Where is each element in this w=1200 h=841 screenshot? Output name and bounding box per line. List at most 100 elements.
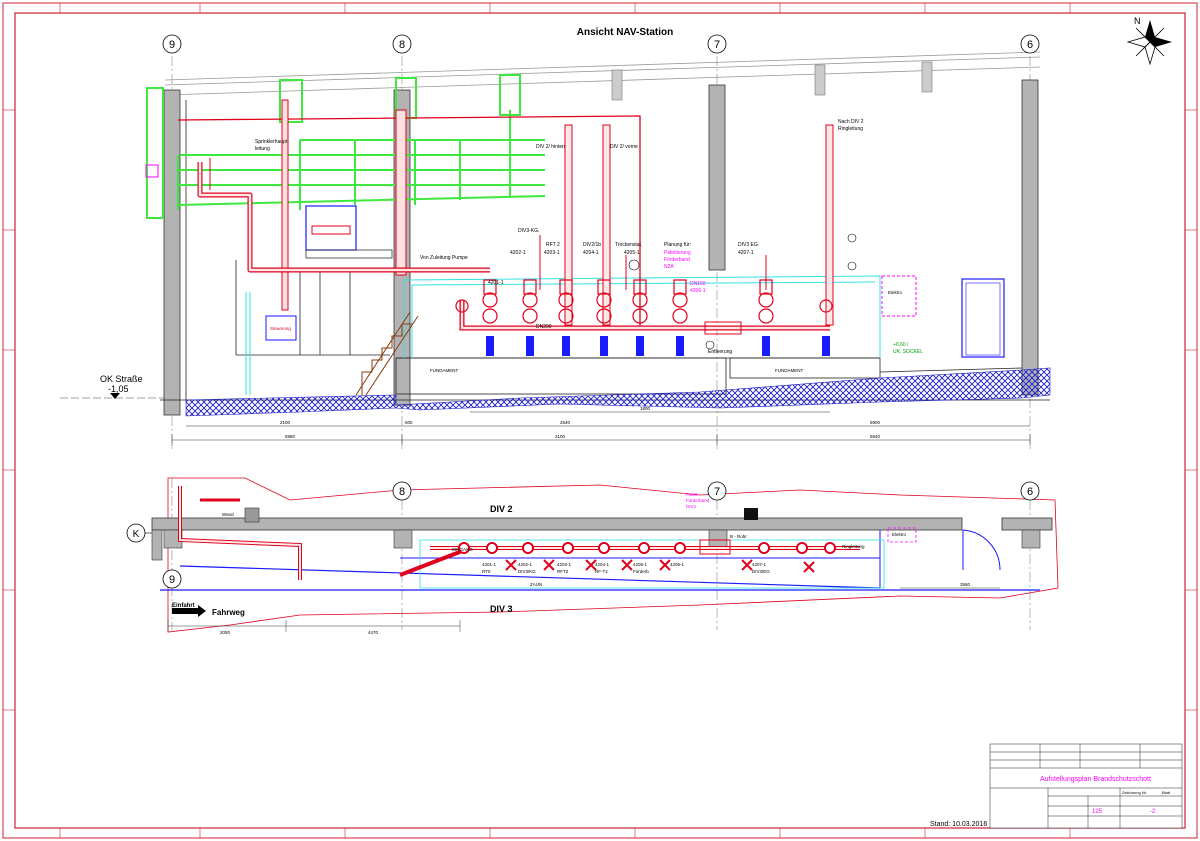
- plan-div3-label: DIV 3: [490, 604, 513, 614]
- label-4205: 4205-1: [624, 250, 640, 256]
- label-dn200: DN200: [536, 324, 552, 330]
- plan-axis-bubble-k: K: [126, 523, 152, 543]
- plan-wand-label: Wand: [222, 512, 234, 517]
- label-4201: 4201-1: [488, 280, 504, 286]
- axis-bubble-7: 7: [707, 34, 727, 54]
- dim-7: 2100: [280, 420, 291, 425]
- plan-dim-b: 4470: [368, 630, 379, 635]
- plan-valve-label-0: 4201-1: [482, 562, 497, 567]
- label-div2-b: DIV2/1b: [583, 242, 601, 248]
- plan-axis-bubble-8: 8: [392, 481, 412, 501]
- plan-valve-sub-2: RFT2: [557, 569, 569, 574]
- plan-valve-label-4: 4205-1: [633, 562, 648, 567]
- door: [961, 278, 1005, 358]
- axis-label-9: 9: [169, 39, 175, 51]
- label-div2-vorne: DIV 2/ vorne: [610, 144, 638, 150]
- plan-dim-a: 2050: [220, 630, 231, 635]
- steuerung-label: Steuerung: [270, 326, 291, 331]
- plan-dim-c: 3560: [960, 582, 971, 587]
- columns: [163, 61, 1039, 416]
- fundament-left-label: FUNDAMENT: [430, 368, 458, 373]
- axis-label-7: 7: [714, 39, 720, 51]
- plan-axis-label-k: K: [133, 529, 140, 540]
- plan-valve-sub-4: Förderb: [633, 569, 649, 574]
- ok-strasse-label: OK Straße: [100, 374, 143, 384]
- border-ticks: [3, 3, 1197, 838]
- plan-palett-c: DIV2: [686, 504, 697, 509]
- plan-eingang-label: EINGANG: [452, 547, 473, 552]
- tank-vessel: [305, 205, 357, 251]
- label-planung: Planung für:: [664, 242, 691, 248]
- plan-div2-label: DIV 2: [490, 504, 513, 514]
- plan-valve-sub-1: DIV3/KG: [518, 569, 536, 574]
- plan-elektro-label: Elektro: [892, 532, 907, 537]
- plan-ringleitung-label: Ringleitung: [842, 544, 865, 549]
- label-von-zuleitung: Von Zuleitung Pumpe: [420, 255, 468, 261]
- label-trockenstat: Trockenstat.: [615, 242, 642, 248]
- north-arrow-icon: [1126, 20, 1172, 66]
- plan-blue-lines: [160, 529, 1040, 591]
- dim-0: 5980: [285, 434, 296, 439]
- plan-axis-bubble-7: 7: [707, 481, 727, 501]
- label-ringleitung: Ringleitung: [838, 126, 863, 132]
- label-sockel-b: UK. SOCKEL: [893, 349, 923, 355]
- elektro-label: Elektro: [888, 290, 903, 295]
- label-sprinkler-2: leitung: [255, 146, 270, 152]
- plan-valve-label-6: 4207-1: [752, 562, 767, 567]
- title-block: [989, 743, 1183, 829]
- label-div3-kg: DIV3-KG.: [518, 228, 539, 234]
- red-piping: [177, 99, 834, 335]
- dim-1: 2100: [555, 434, 566, 439]
- dim-2: 5940: [870, 434, 881, 439]
- plan-valve-label-1: 4202-1: [518, 562, 533, 567]
- title-block-blatt: Blatt: [1162, 790, 1171, 795]
- label-4204: 4204-1: [583, 250, 599, 256]
- label-div3-eg: DIV3 EG.: [738, 242, 759, 248]
- roof-lines: [164, 51, 1041, 96]
- label-n2a: N2A: [664, 264, 674, 270]
- label-4202: 4202-1: [510, 250, 526, 256]
- label-sockel-a: +0,60 /: [893, 342, 909, 348]
- label-entleerung: Entleerung: [708, 349, 732, 355]
- sheet-inner-border: [14, 12, 1186, 829]
- dimension-lines: [171, 411, 1031, 446]
- plan-b-rohr-label: B - Rohr: [730, 534, 747, 539]
- dim-6: 500: [405, 420, 413, 425]
- dim-4: 5900: [870, 420, 881, 425]
- plan-valve-label-3: 4204-1: [595, 562, 610, 567]
- ok-strasse-value: -1,05: [108, 384, 129, 394]
- label-dn150: DN150: [690, 281, 706, 287]
- dim-3: 2640: [560, 420, 571, 425]
- valve-assemblies: [455, 279, 833, 356]
- plan-valve-label-2: 4203-1: [557, 562, 572, 567]
- fundament-right-label: FUNDAMENT: [775, 368, 803, 373]
- label-4207: 4207-1: [738, 250, 754, 256]
- technical-drawing-sheet: Ansicht NAV-Station N 9 8 7 6 OK Straße …: [2, 2, 1198, 839]
- sheet-outer-border: [2, 2, 1198, 839]
- north-label: N: [1134, 16, 1141, 26]
- axis-label-6: 6: [1027, 39, 1033, 51]
- plan-palett-b: Förderband: [686, 498, 710, 503]
- label-nach-div2: Nach DIV 2: [838, 119, 864, 125]
- plan-axis-label-7: 7: [714, 486, 720, 498]
- axis-bubble-9: 9: [162, 34, 182, 54]
- label-palettierung: Palettierung: [664, 250, 691, 256]
- plan-valve-sub-3: RF-T2: [595, 569, 608, 574]
- label-foerderband: Förderband: [664, 257, 690, 263]
- plan-axis-label-6: 6: [1027, 486, 1033, 498]
- plan-axis-bubble-9: 9: [162, 569, 182, 589]
- plan-fahrweg-label: Fahrweg: [212, 608, 245, 617]
- plan-zaun-label: ZAUN: [530, 582, 542, 587]
- drawing-title: Ansicht NAV-Station: [577, 27, 673, 38]
- plan-palett-a: Palett: [686, 492, 698, 497]
- axis-bubble-6: 6: [1020, 34, 1040, 54]
- label-rft2: RFT 2: [546, 242, 560, 248]
- dimension-values: 5980 2100 5940 2640 5900 1800 500 2100: [280, 406, 881, 439]
- axis-bubble-8: 8: [392, 34, 412, 54]
- stand-date: Stand: 10.03.2016: [930, 821, 987, 828]
- plan-valve-label-5: 4206-1: [670, 562, 685, 567]
- label-4203: 4203-1: [544, 250, 560, 256]
- label-div2-hinten: DIV 2/ hinten: [536, 144, 565, 150]
- plan-axis-label-9: 9: [169, 574, 175, 586]
- label-sprinkler: Sprinklerhaupt-: [255, 139, 289, 145]
